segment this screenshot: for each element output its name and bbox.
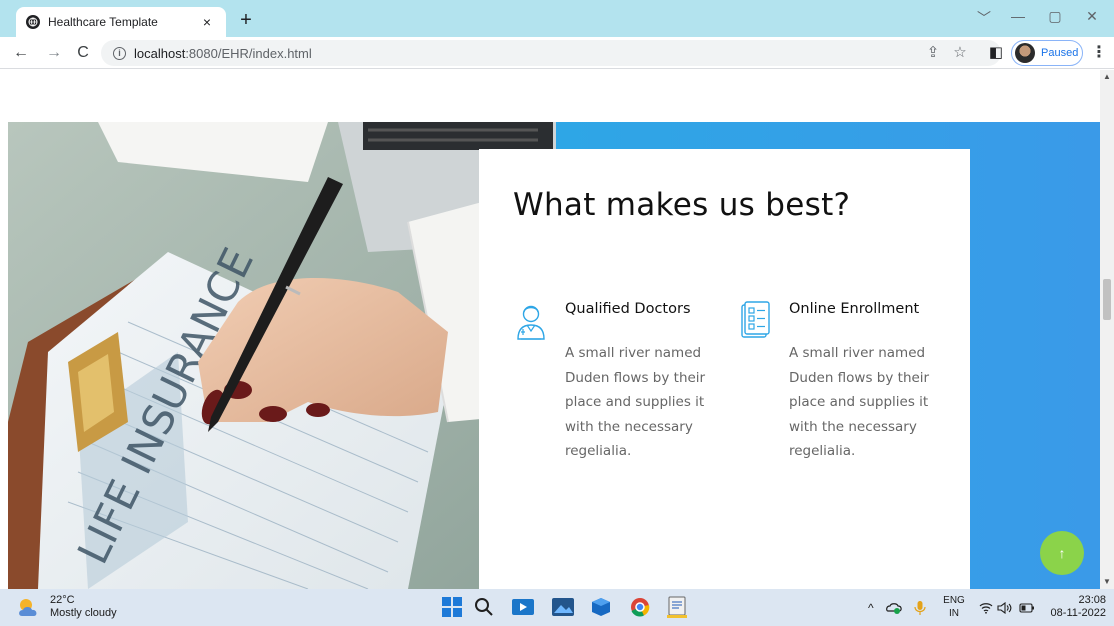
cloud-sun-icon: [16, 596, 42, 618]
profile-status: Paused: [1041, 47, 1079, 59]
maximize-button[interactable]: ▢: [1040, 8, 1070, 25]
photos-icon[interactable]: [552, 596, 574, 618]
search-icon[interactable]: [473, 596, 495, 618]
forward-icon[interactable]: →: [43, 42, 65, 64]
tab-title: Healthcare Template: [48, 15, 158, 29]
share-icon[interactable]: ⇪: [921, 39, 945, 67]
info-icon[interactable]: i: [113, 46, 126, 60]
wifi-icon[interactable]: [979, 589, 993, 626]
browser-toolbar: ← → C i localhost:8080/EHR/index.html ⇪ …: [0, 37, 1114, 69]
language-indicator[interactable]: ENG IN: [942, 594, 966, 620]
reload-icon[interactable]: C: [72, 42, 94, 64]
system-clock[interactable]: 23:08 08-11-2022: [1046, 594, 1106, 620]
weather-temperature: 22°C: [50, 594, 75, 606]
features-card: What makes us best? Qualified Doctors A …: [479, 149, 970, 589]
scroll-up-arrow-icon[interactable]: ▲: [1100, 70, 1114, 84]
browser-tab[interactable]: Healthcare Template ×: [16, 7, 226, 37]
sync-icon[interactable]: [885, 589, 903, 626]
microphone-icon[interactable]: [914, 589, 926, 626]
battery-icon[interactable]: [1019, 589, 1035, 626]
browser-tab-strip: Healthcare Template × + ﹀ — ▢ ✕: [0, 0, 1114, 37]
page-viewport: LIFE INSURANCE What makes us best? Quali…: [0, 70, 1100, 589]
address-bar[interactable]: i localhost:8080/EHR/index.html: [101, 40, 1001, 66]
minimize-button[interactable]: —: [1003, 8, 1033, 24]
page-scrollbar[interactable]: ▲ ▼: [1100, 70, 1114, 589]
arrow-up-icon: ↑: [1058, 545, 1066, 561]
menu-icon[interactable]: ⋮: [1091, 42, 1107, 64]
tray-overflow-icon[interactable]: ^: [868, 589, 874, 626]
close-window-button[interactable]: ✕: [1077, 8, 1107, 25]
feature-description: A small river named Duden flows by their…: [565, 345, 706, 459]
avatar: [1015, 43, 1035, 63]
windows-start-icon[interactable]: [441, 596, 463, 618]
weather-widget[interactable]: 22°C Mostly cloudy: [16, 594, 117, 620]
profile-button[interactable]: Paused: [1011, 40, 1083, 66]
close-tab-icon[interactable]: ×: [198, 14, 216, 30]
tab-search-icon[interactable]: ﹀: [969, 8, 999, 28]
cube-app-icon[interactable]: [590, 596, 612, 618]
weather-condition: Mostly cloudy: [50, 607, 117, 619]
new-tab-button[interactable]: +: [235, 9, 257, 31]
scroll-to-top-button[interactable]: ↑: [1040, 531, 1084, 575]
form-icon: [737, 301, 773, 341]
notepad-app-icon[interactable]: [666, 596, 688, 618]
feature-title: Online Enrollment: [789, 301, 920, 317]
feature-description: A small river named Duden flows by their…: [789, 345, 930, 459]
feature-title: Qualified Doctors: [565, 301, 691, 317]
back-icon[interactable]: ←: [10, 42, 32, 64]
globe-icon: [26, 15, 40, 29]
media-player-icon[interactable]: [512, 596, 534, 618]
section-title: What makes us best?: [513, 187, 851, 223]
side-panel-icon[interactable]: ◧: [984, 39, 1008, 67]
taskbar: 22°C Mostly cloudy ^ ENG IN 23:08 08-11-…: [0, 589, 1114, 626]
scroll-down-arrow-icon[interactable]: ▼: [1100, 575, 1114, 589]
volume-icon[interactable]: [997, 589, 1013, 626]
chrome-icon[interactable]: [629, 596, 651, 618]
star-icon[interactable]: ☆: [948, 39, 972, 67]
hero-image: LIFE INSURANCE: [8, 122, 556, 589]
scrollbar-thumb[interactable]: [1103, 279, 1111, 320]
url-text: localhost:8080/EHR/index.html: [134, 45, 312, 61]
doctor-icon: [513, 301, 549, 341]
